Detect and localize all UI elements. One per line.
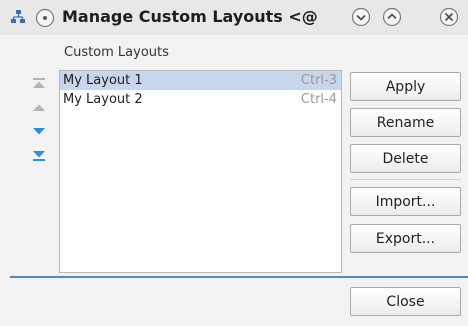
list-item[interactable]: My Layout 2 Ctrl-4	[60, 90, 341, 109]
move-bottom-icon[interactable]	[28, 145, 50, 166]
layout-name: My Layout 2	[63, 92, 143, 107]
title-bar: Manage Custom Layouts <@	[0, 0, 468, 35]
import-button[interactable]: Import...	[350, 187, 461, 216]
move-up-icon[interactable]	[28, 97, 50, 118]
custom-layouts-label: Custom Layouts	[64, 45, 169, 60]
chevron-down-icon[interactable]	[350, 6, 372, 28]
apply-button[interactable]: Apply	[350, 72, 461, 101]
layout-shortcut: Ctrl-4	[300, 92, 337, 107]
close-button[interactable]: Close	[350, 287, 461, 316]
move-top-icon[interactable]	[28, 73, 50, 94]
delete-button[interactable]: Delete	[350, 144, 461, 173]
pin-icon[interactable]	[34, 7, 56, 29]
move-down-icon[interactable]	[28, 121, 50, 142]
list-item[interactable]: My Layout 1 Ctrl-3	[60, 71, 341, 90]
footer-divider	[10, 276, 468, 278]
network-icon	[10, 9, 26, 25]
reorder-buttons	[28, 73, 50, 169]
layouts-list[interactable]: My Layout 1 Ctrl-3 My Layout 2 Ctrl-4	[59, 70, 342, 273]
window-title: Manage Custom Layouts <@	[62, 7, 318, 26]
rename-button[interactable]: Rename	[350, 108, 461, 137]
close-icon[interactable]	[438, 6, 460, 28]
export-button[interactable]: Export...	[350, 224, 461, 253]
chevron-up-icon[interactable]	[381, 6, 403, 28]
layout-shortcut: Ctrl-3	[300, 73, 337, 88]
button-divider	[350, 179, 461, 180]
layout-name: My Layout 1	[63, 73, 143, 88]
